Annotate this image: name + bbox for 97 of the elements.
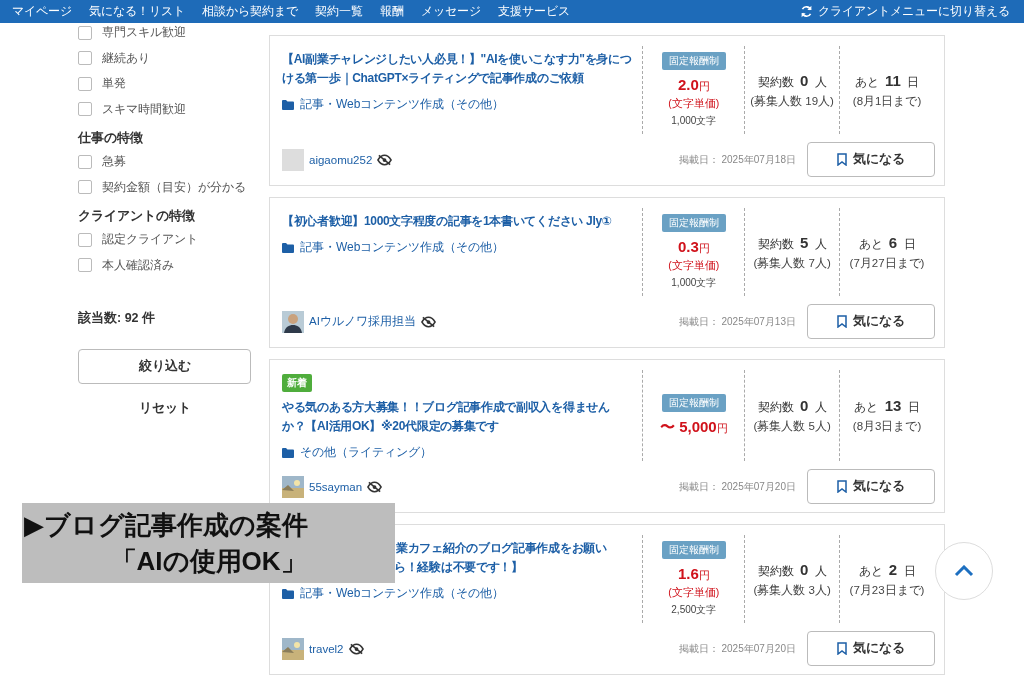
favorite-button[interactable]: 気になる: [807, 142, 935, 177]
nav-link[interactable]: 相談から契約まで: [202, 3, 298, 20]
switch-menu-link[interactable]: クライアントメニューに切り替える: [800, 3, 1010, 20]
hide-icon[interactable]: [420, 315, 436, 328]
price: 2.0円: [677, 76, 710, 94]
username-link[interactable]: 55sayman: [309, 480, 363, 493]
filter-heading: クライアントの特徴: [78, 208, 196, 225]
checkbox[interactable]: [78, 102, 92, 117]
deadline: (7月23日まで): [849, 582, 925, 598]
job-title-link[interactable]: 【AI副業チャレンジしたい人必見！】"AIを使いこなす力"を身につける第一歩｜ChatGPT×ライティングで記事作成のご依頼: [282, 50, 633, 88]
checkbox-label: 単発: [102, 75, 126, 93]
nav-link[interactable]: マイページ: [12, 3, 72, 20]
nav-link[interactable]: 報酬: [380, 3, 404, 20]
checkbox-label: 本人確認済み: [102, 256, 174, 274]
checkbox-label: 継続あり: [102, 49, 150, 67]
checkbox-label: スキマ時間歓迎: [102, 100, 186, 118]
text-length: 1,000文字: [671, 114, 717, 128]
pay-type-badge: 固定報酬制: [661, 394, 726, 412]
recruit-count: (募集人数 3人): [753, 582, 831, 598]
job-title-link[interactable]: やる気のある方大募集！！ブログ記事作成で副収入を得ませんか？【AI活用OK】※20代限定の募集です: [282, 398, 633, 436]
contract-count: 契約数 0 人: [757, 71, 827, 91]
deadline: (7月27日まで): [849, 255, 925, 271]
price: 1.6円: [677, 565, 710, 583]
deadline: (8月3日まで): [852, 419, 922, 434]
nav-link[interactable]: 支援サービス: [498, 3, 570, 20]
refresh-icon: [800, 5, 813, 18]
bookmark-icon: [837, 642, 847, 655]
checkbox[interactable]: [78, 154, 92, 169]
checkbox[interactable]: [78, 51, 92, 66]
days-left: あと 11 日: [854, 71, 920, 91]
recruit-count: (募集人数 19人): [750, 93, 834, 109]
deadline: (8月1日まで): [852, 93, 922, 109]
days-left: あと 13 日: [854, 397, 920, 416]
recruit-count: (募集人数 5人): [753, 419, 831, 434]
checkbox[interactable]: [78, 232, 92, 247]
pay-type-badge: 固定報酬制: [661, 52, 726, 70]
new-badge: 新着: [282, 374, 312, 392]
bookmark-icon: [837, 315, 847, 328]
price: 0.3円: [677, 238, 710, 256]
username-link[interactable]: travel2: [309, 642, 344, 655]
result-count: 該当数: 92 件: [78, 310, 156, 327]
nav-link[interactable]: 契約一覧: [315, 3, 363, 20]
folder-icon: [282, 447, 294, 458]
nav-link[interactable]: 気になる！リスト: [89, 3, 185, 20]
username-link[interactable]: AIウルノワ採用担当: [309, 314, 416, 329]
checkbox[interactable]: [78, 76, 92, 91]
posted-date: 掲載日： 2025年07月13日: [678, 314, 796, 329]
contract-count: 契約数 0 人: [757, 560, 827, 580]
job-title-link[interactable]: 【初心者歓迎】1000文字程度の記事を1本書いてください Jly①: [282, 212, 612, 231]
recruit-count: (募集人数 7人): [753, 255, 831, 271]
category-link[interactable]: 記事・Webコンテンツ作成（その他）: [300, 239, 505, 256]
category-link[interactable]: 記事・Webコンテンツ作成（その他）: [300, 585, 505, 602]
checkbox-label: 認定クライアント: [102, 231, 198, 249]
category-link[interactable]: 記事・Webコンテンツ作成（その他）: [300, 96, 505, 113]
posted-date: 掲載日： 2025年07月20日: [678, 641, 796, 656]
hide-icon[interactable]: [377, 153, 393, 166]
days-left: あと 2 日: [858, 560, 916, 580]
posted-date: 掲載日： 2025年07月18日: [678, 152, 796, 167]
text-length: 1,000文字: [671, 276, 717, 290]
text-length: 2,500文字: [671, 603, 717, 617]
filter-button[interactable]: 絞り込む: [78, 349, 251, 384]
caption-text: 「AIの使用OK」: [110, 545, 307, 578]
bookmark-icon: [837, 480, 847, 493]
folder-icon: [282, 242, 294, 253]
hide-icon[interactable]: [367, 480, 383, 493]
checkbox[interactable]: [78, 25, 92, 40]
caption-text: ▶ブログ記事作成の案件: [23, 509, 308, 542]
price: 〜 5,000円: [659, 418, 728, 437]
pay-type-badge: 固定報酬制: [661, 541, 726, 559]
bookmark-icon: [837, 153, 847, 166]
reset-link[interactable]: リセット: [138, 400, 191, 417]
favorite-button[interactable]: 気になる: [807, 631, 935, 666]
folder-icon: [282, 99, 294, 110]
folder-icon: [282, 588, 294, 599]
price-unit: (文字単価): [668, 259, 720, 273]
contract-count: 契約数 0 人: [757, 397, 827, 416]
checkbox[interactable]: [78, 258, 92, 273]
avatar: [282, 310, 304, 333]
checkbox-label: 契約金額（目安）が分かる: [102, 178, 246, 196]
checkbox[interactable]: [78, 180, 92, 195]
category-link[interactable]: その他（ライティング）: [300, 444, 432, 461]
price-unit: (文字単価): [668, 586, 720, 600]
posted-date: 掲載日： 2025年07月20日: [678, 479, 796, 494]
favorite-button[interactable]: 気になる: [807, 469, 935, 504]
filter-heading: 仕事の特徴: [78, 130, 144, 147]
avatar: [282, 148, 304, 171]
checkbox-label: 急募: [102, 153, 126, 171]
contract-count: 契約数 5 人: [757, 233, 827, 253]
pay-type-badge: 固定報酬制: [661, 214, 726, 232]
price-unit: (文字単価): [668, 97, 720, 111]
days-left: あと 6 日: [858, 233, 916, 253]
hide-icon[interactable]: [348, 642, 364, 655]
favorite-button[interactable]: 気になる: [807, 304, 935, 339]
username-link[interactable]: aigaomu252: [309, 153, 373, 166]
chevron-up-icon: [954, 565, 974, 577]
nav-link[interactable]: メッセージ: [421, 3, 481, 20]
checkbox-label: 専門スキル歓迎: [102, 24, 186, 42]
